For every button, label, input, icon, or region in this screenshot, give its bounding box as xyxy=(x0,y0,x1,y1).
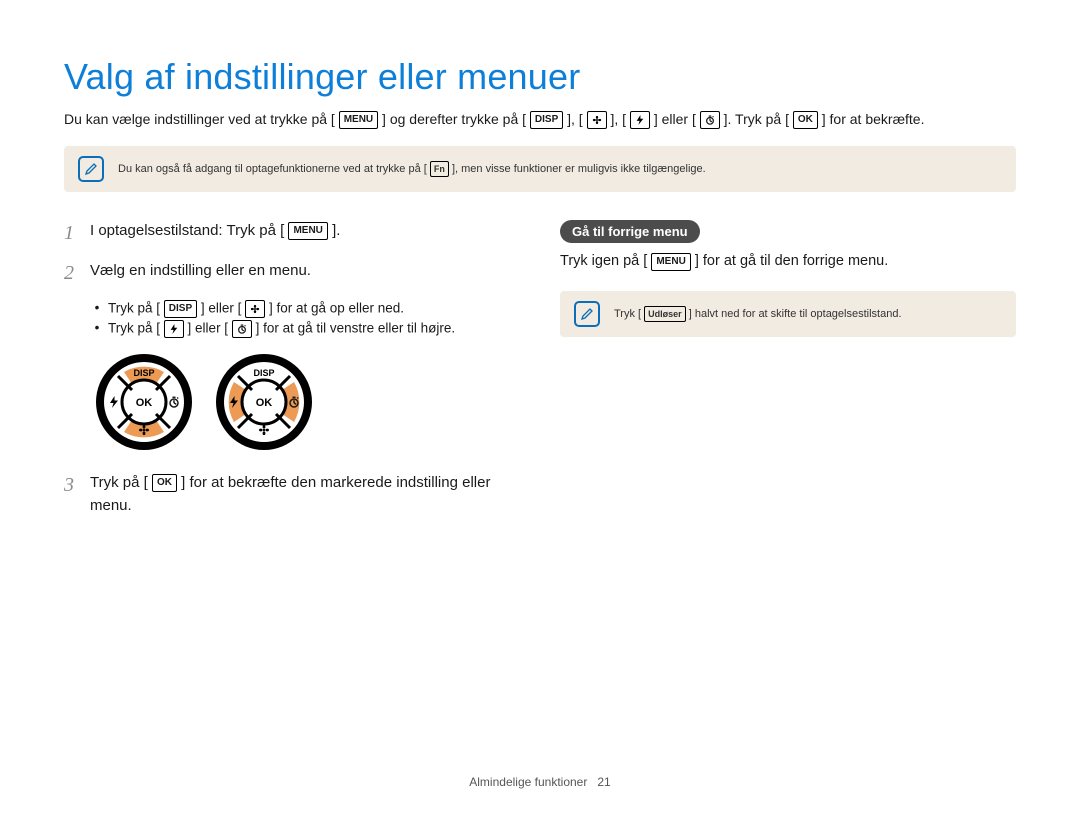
step-number: 2 xyxy=(64,258,78,288)
disp-label: DISP xyxy=(133,368,154,378)
svg-text:DISP: DISP xyxy=(253,368,274,378)
note-part: Du kan også få adgang til optagefunktion… xyxy=(118,163,427,175)
intro-part: ]. Tryk på [ xyxy=(724,111,789,127)
flash-key-icon xyxy=(630,111,650,129)
substep-text: Tryk på [ ] eller [ ] for at gå til vens… xyxy=(108,320,455,338)
timer-key-icon xyxy=(232,320,252,338)
pencil-icon xyxy=(574,301,600,327)
step-text: I optagelsestilstand: Tryk på [ MENU ]. xyxy=(90,220,340,248)
text-part: Tryk igen på [ xyxy=(560,253,647,269)
ok-key-icon: OK xyxy=(152,474,177,492)
substep-text: Tryk på [ DISP ] eller [ ] for at gå op … xyxy=(108,300,404,318)
info-note-right: Tryk [ Udløser ] halvt ned for at skifte… xyxy=(560,291,1016,337)
text-part: ] for at gå op eller ned. xyxy=(269,301,404,316)
step-text: Vælg en indstilling eller en menu. xyxy=(90,260,311,288)
intro-part: ] og derefter trykke på [ xyxy=(382,111,526,127)
subsection-heading: Gå til forrige menu xyxy=(560,220,700,243)
text-part: ] for at gå til venstre eller til højre. xyxy=(256,321,456,336)
intro-part: ], [ xyxy=(567,111,583,127)
text-part: I optagelsestilstand: Tryk på [ xyxy=(90,222,284,239)
substeps: • Tryk på [ DISP ] eller [ ] for at gå o… xyxy=(64,300,520,338)
page-footer: Almindelige funktioner 21 xyxy=(0,775,1080,789)
intro-part: ] for at bekræfte. xyxy=(822,111,925,127)
flower-key-icon xyxy=(587,111,607,129)
left-column: 1 I optagelsestilstand: Tryk på [ MENU ]… xyxy=(64,220,520,529)
text-part: Tryk på [ xyxy=(108,321,160,336)
page: Valg af indstillinger eller menuer Du ka… xyxy=(0,0,1080,815)
step-number: 3 xyxy=(64,470,78,517)
info-note-top: Du kan også få adgang til optagefunktion… xyxy=(64,146,1016,192)
substep-row: • Tryk på [ DISP ] eller [ ] for at gå o… xyxy=(94,300,520,318)
substep-row: • Tryk på [ ] eller [ ] for at gå til ve… xyxy=(94,320,520,338)
menu-key-icon: MENU xyxy=(288,222,327,240)
intro-part: Du kan vælge indstillinger ved at trykke… xyxy=(64,111,335,127)
flower-key-icon xyxy=(245,300,265,318)
intro-part: ] eller [ xyxy=(654,111,696,127)
bullet-icon: • xyxy=(94,320,100,338)
shutter-key-icon: Udløser xyxy=(644,306,686,322)
dial-illustration-row: DISP OK xyxy=(94,352,520,452)
text-part: ]. xyxy=(332,222,340,239)
ok-key-icon: OK xyxy=(793,111,818,129)
fn-key-icon: Fn xyxy=(430,161,449,177)
step-3: 3 Tryk på [ OK ] for at bekræfte den mar… xyxy=(64,472,520,517)
text-part: Tryk på [ xyxy=(108,301,160,316)
note-text: Tryk [ Udløser ] halvt ned for at skifte… xyxy=(614,306,902,322)
right-text: Tryk igen på [ MENU ] for at gå til den … xyxy=(560,251,1016,273)
menu-key-icon: MENU xyxy=(339,111,378,129)
footer-page-number: 21 xyxy=(597,775,610,789)
dial-up-down: DISP OK xyxy=(94,352,194,452)
page-title: Valg af indstillinger eller menuer xyxy=(64,56,1016,98)
menu-key-icon: MENU xyxy=(651,253,690,271)
content-columns: 1 I optagelsestilstand: Tryk på [ MENU ]… xyxy=(64,220,1016,529)
text-part: ] for at bekræfte den markerede indstill… xyxy=(90,474,490,514)
flash-key-icon xyxy=(164,320,184,338)
svg-text:OK: OK xyxy=(256,397,273,409)
step-number: 1 xyxy=(64,218,78,248)
text-part: ] halvt ned for at skifte til optagelses… xyxy=(689,308,902,320)
disp-key-icon: DISP xyxy=(530,111,563,129)
timer-key-icon xyxy=(700,111,720,129)
note-part: ], men visse funktioner er muligvis ikke… xyxy=(452,163,706,175)
ok-label: OK xyxy=(136,397,153,409)
footer-section: Almindelige funktioner xyxy=(469,775,587,789)
step-text: Tryk på [ OK ] for at bekræfte den marke… xyxy=(90,472,520,517)
text-part: Tryk på [ xyxy=(90,474,148,491)
intro-text: Du kan vælge indstillinger ved at trykke… xyxy=(64,108,1016,130)
text-part: ] for at gå til den forrige menu. xyxy=(695,253,888,269)
dial-left-right: DISP OK xyxy=(214,352,314,452)
text-part: ] eller [ xyxy=(201,301,242,316)
intro-part: ], [ xyxy=(610,111,626,127)
text-part: ] eller [ xyxy=(188,321,229,336)
right-column: Gå til forrige menu Tryk igen på [ MENU … xyxy=(560,220,1016,529)
bullet-icon: • xyxy=(94,300,100,318)
pencil-icon xyxy=(78,156,104,182)
disp-key-icon: DISP xyxy=(164,300,197,318)
step-1: 1 I optagelsestilstand: Tryk på [ MENU ]… xyxy=(64,220,520,248)
step-2: 2 Vælg en indstilling eller en menu. xyxy=(64,260,520,288)
text-part: Tryk [ xyxy=(614,308,641,320)
note-text: Du kan også få adgang til optagefunktion… xyxy=(118,161,706,177)
